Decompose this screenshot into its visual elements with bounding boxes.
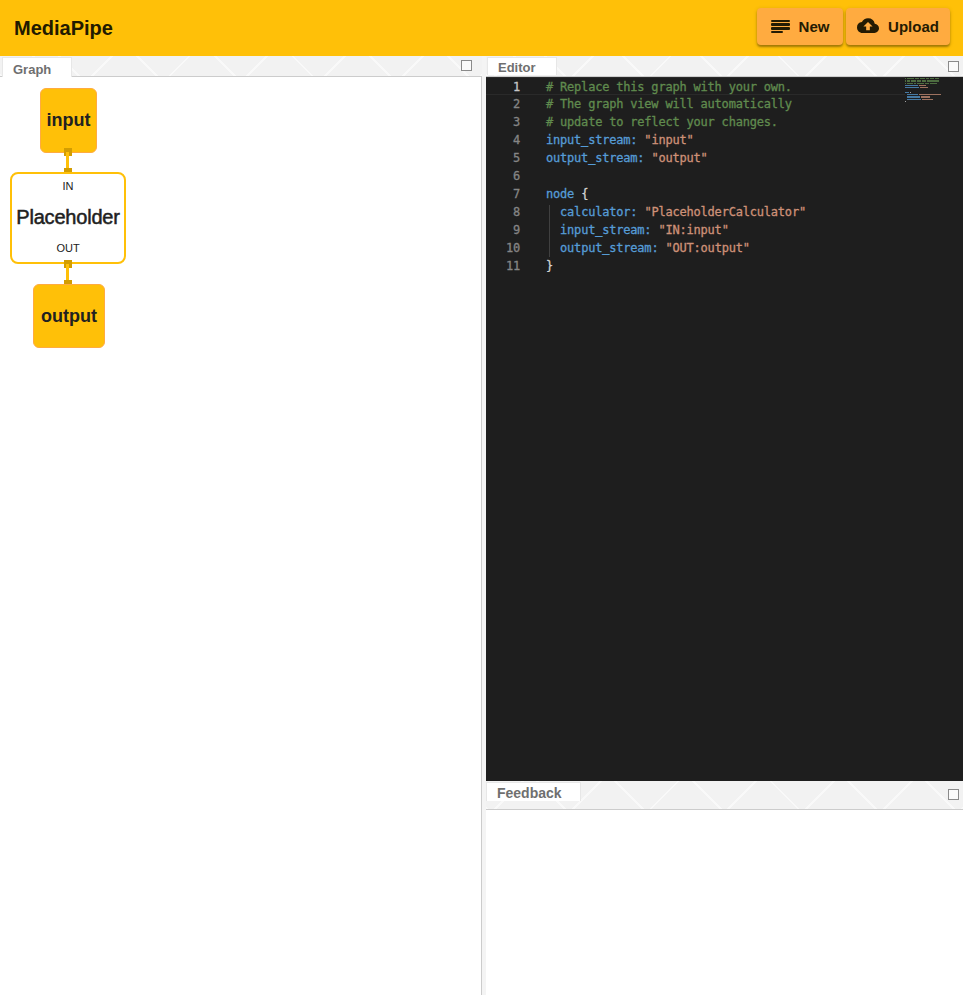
minimap-line	[905, 85, 940, 86]
cloud-upload-icon	[857, 18, 879, 35]
editor-panel: Editor 1 # Replace this graph with your o…	[486, 56, 963, 781]
placeholder-node-label: Placeholder	[16, 206, 119, 229]
indent-guide	[549, 205, 550, 257]
graph-node-output-label: output	[41, 306, 97, 327]
line-number: 5	[486, 149, 520, 167]
tab-editor[interactable]: Editor	[487, 57, 557, 75]
minimap-line	[905, 89, 940, 90]
code-text: input_stream: "IN:input"	[546, 221, 729, 239]
line-number: 7	[486, 185, 520, 203]
code-lines: 1 # Replace this graph with your own. 2 # T…	[486, 77, 963, 275]
code-text: calculator: "PlaceholderCalculator"	[546, 203, 806, 221]
code-line-2[interactable]: 2 # The graph view will automatically	[486, 95, 905, 113]
app: MediaPipe New Upload Graph input IN Plac…	[0, 0, 963, 995]
upload-button-label: Upload	[888, 18, 939, 35]
graph-maximize-icon[interactable]	[461, 60, 472, 71]
line-number: 6	[486, 167, 520, 185]
line-number: 11	[486, 257, 520, 275]
menu-lines-icon	[771, 20, 790, 34]
editor-tabstrip: Editor	[486, 56, 963, 77]
code-line-1[interactable]: 1 # Replace this graph with your own.	[486, 77, 905, 95]
tab-feedback-label: Feedback	[497, 785, 562, 801]
code-line-7[interactable]: 7 node {	[486, 185, 905, 203]
minimap-line	[905, 94, 940, 95]
feedback-tabstrip: Feedback	[486, 781, 963, 810]
graph-node-input-label: input	[47, 110, 91, 131]
tab-graph[interactable]: Graph	[2, 57, 72, 78]
code-line-3[interactable]: 3 # update to reflect your changes.	[486, 113, 905, 131]
feedback-maximize-icon[interactable]	[948, 789, 959, 800]
line-number: 2	[486, 95, 520, 113]
placeholder-in-label: IN	[63, 180, 74, 192]
minimap-line	[905, 92, 940, 93]
code-line-4[interactable]: 4 input_stream: "input"	[486, 131, 905, 149]
tab-editor-label: Editor	[498, 60, 536, 75]
app-title: MediaPipe	[14, 0, 113, 56]
new-button-label: New	[799, 18, 830, 35]
line-number: 4	[486, 131, 520, 149]
graph-tabstrip: Graph	[0, 56, 482, 77]
feedback-content	[486, 810, 963, 995]
code-text: # Replace this graph with your own.	[546, 78, 792, 96]
graph-node-input[interactable]: input	[40, 88, 97, 153]
new-button[interactable]: New	[757, 8, 843, 45]
upload-button[interactable]: Upload	[846, 8, 950, 45]
editor-minimap[interactable]	[905, 78, 940, 103]
graph-node-placeholder[interactable]: IN Placeholder OUT	[10, 172, 126, 264]
code-text: node {	[546, 185, 588, 203]
app-header: MediaPipe New Upload	[0, 0, 963, 56]
tab-feedback[interactable]: Feedback	[486, 782, 581, 801]
line-number: 10	[486, 239, 520, 257]
code-text: # The graph view will automatically	[546, 95, 792, 113]
line-number: 1	[486, 78, 520, 96]
line-number: 9	[486, 221, 520, 239]
minimap-line	[905, 80, 940, 81]
minimap-line	[905, 83, 940, 84]
code-text: input_stream: "input"	[546, 131, 694, 149]
code-text: # update to reflect your changes.	[546, 113, 778, 131]
code-line-11[interactable]: 11}	[486, 257, 905, 275]
line-number: 8	[486, 203, 520, 221]
code-text: output_stream: "OUT:output"	[546, 239, 750, 257]
code-line-6[interactable]: 6	[486, 167, 905, 185]
minimap-line	[905, 101, 940, 102]
tab-graph-label: Graph	[13, 62, 51, 77]
minimap-line	[905, 96, 940, 97]
placeholder-out-label: OUT	[56, 242, 79, 254]
editor-maximize-icon[interactable]	[948, 61, 959, 72]
minimap-line	[905, 78, 940, 79]
code-text: }	[546, 257, 553, 275]
minimap-line	[905, 87, 940, 88]
code-text: output_stream: "output"	[546, 149, 708, 167]
graph-canvas[interactable]: input IN Placeholder OUT output	[0, 77, 482, 995]
line-number: 3	[486, 113, 520, 131]
code-line-5[interactable]: 5 output_stream: "output"	[486, 149, 905, 167]
graph-node-output[interactable]: output	[33, 284, 105, 348]
graph-panel: Graph input IN Placeholder OUT output	[0, 56, 482, 995]
code-editor[interactable]: 1 # Replace this graph with your own. 2 # T…	[486, 77, 963, 781]
feedback-panel: Feedback	[486, 781, 963, 995]
minimap-line	[905, 99, 940, 100]
